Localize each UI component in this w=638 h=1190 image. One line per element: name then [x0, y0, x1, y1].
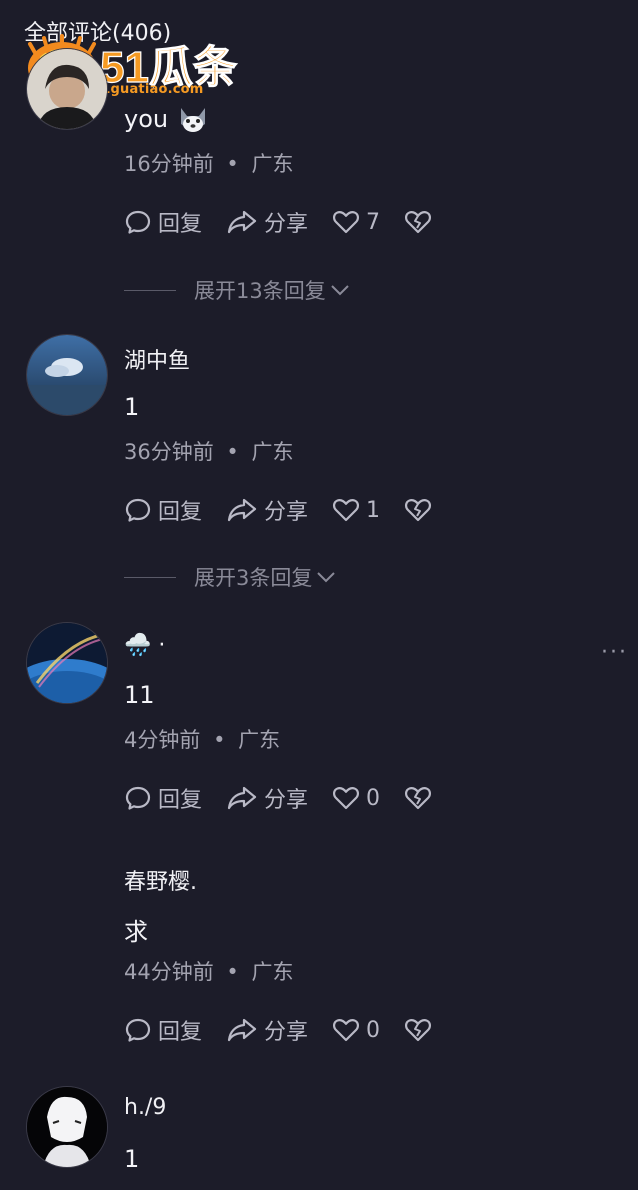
expand-replies-button[interactable]: 展开13条回复 [124, 275, 350, 305]
heart-outline-icon [333, 1019, 360, 1042]
speech-bubble-icon [125, 1018, 151, 1042]
share-button[interactable]: 分享 [226, 494, 308, 526]
comment-time: 36分钟前 [124, 440, 214, 464]
like-button[interactable]: 7 [332, 209, 380, 235]
like-count: 0 [366, 785, 381, 811]
comment-actions: 回复 分享 1 [124, 494, 462, 526]
avatar[interactable] [26, 334, 108, 416]
comment-content: 1 [124, 393, 140, 421]
broken-heart-icon [405, 499, 432, 522]
share-arrow-icon [227, 1018, 257, 1042]
speech-bubble-icon [125, 498, 151, 522]
dislike-button[interactable] [404, 209, 438, 235]
heart-outline-icon [333, 499, 360, 522]
share-button[interactable]: 分享 [226, 206, 308, 238]
separator-dot: • [226, 960, 239, 984]
expand-replies-button[interactable]: 展开3条回复 [124, 562, 336, 592]
reply-button[interactable]: 回复 [124, 494, 202, 526]
separator-dot: • [226, 440, 239, 464]
avatar[interactable] [26, 48, 108, 130]
share-button[interactable]: 分享 [226, 1014, 308, 1046]
like-button[interactable]: 0 [332, 1017, 380, 1043]
husky-emoji-icon [181, 108, 206, 132]
like-count: 7 [366, 209, 381, 235]
avatar[interactable] [26, 1086, 108, 1168]
comment-content: 求 [124, 918, 148, 946]
dislike-button[interactable] [404, 1017, 438, 1043]
chevron-down-icon [331, 285, 349, 296]
comment-content: 1 [124, 1145, 140, 1173]
comment-meta: 36分钟前 • 广东 [124, 436, 294, 466]
expand-divider [124, 289, 176, 291]
like-count: 0 [366, 1017, 381, 1043]
comment-location: 广东 [238, 728, 281, 752]
comment-username[interactable]: 春野樱. [124, 864, 197, 896]
comment-username[interactable]: 🌧️ · [124, 633, 165, 658]
comment-username[interactable]: h./9 [124, 1095, 166, 1120]
comment-location: 广东 [251, 440, 294, 464]
separator-dot: • [226, 152, 239, 176]
heart-outline-icon [333, 211, 360, 234]
comment-meta: 4分钟前 • 广东 [124, 724, 280, 754]
dislike-button[interactable] [404, 785, 438, 811]
expand-divider [124, 576, 176, 578]
avatar[interactable] [26, 622, 108, 704]
heart-outline-icon [333, 787, 360, 810]
comment-content: 11 [124, 681, 155, 709]
broken-heart-icon [405, 211, 432, 234]
comment-location: 广东 [251, 152, 294, 176]
comment-time: 16分钟前 [124, 152, 214, 176]
broken-heart-icon [405, 787, 432, 810]
speech-bubble-icon [125, 210, 151, 234]
share-button[interactable]: 分享 [226, 782, 308, 814]
like-count: 1 [366, 497, 381, 523]
comment-time: 44分钟前 [124, 960, 214, 984]
dislike-button[interactable] [404, 497, 438, 523]
reply-button[interactable]: 回复 [124, 1014, 202, 1046]
comment-time: 4分钟前 [124, 728, 201, 752]
reply-button[interactable]: 回复 [124, 782, 202, 814]
comment-actions: 回复 分享 7 [124, 206, 462, 238]
broken-heart-icon [405, 1019, 432, 1042]
share-arrow-icon [227, 498, 257, 522]
share-arrow-icon [227, 786, 257, 810]
like-button[interactable]: 0 [332, 785, 380, 811]
comment-content: you [124, 104, 209, 134]
chevron-down-icon [317, 572, 336, 583]
watermark-url: 51guatiao.com [92, 82, 204, 97]
comment-actions: 回复 分享 0 [124, 782, 462, 814]
comment-meta: 16分钟前 • 广东 [124, 148, 294, 178]
comment-username[interactable]: 湖中鱼 [124, 343, 190, 375]
comments-panel: 全部评论(406) 51瓜条 51guatiao.com you 16分钟前 •… [0, 0, 638, 1190]
share-arrow-icon [227, 210, 257, 234]
speech-bubble-icon [125, 786, 151, 810]
more-options-button[interactable]: ··· [601, 640, 628, 665]
reply-button[interactable]: 回复 [124, 206, 202, 238]
comment-actions: 回复 分享 0 [124, 1014, 462, 1046]
separator-dot: • [213, 728, 226, 752]
comment-meta: 44分钟前 • 广东 [124, 956, 294, 986]
comment-location: 广东 [251, 960, 294, 984]
like-button[interactable]: 1 [332, 497, 380, 523]
